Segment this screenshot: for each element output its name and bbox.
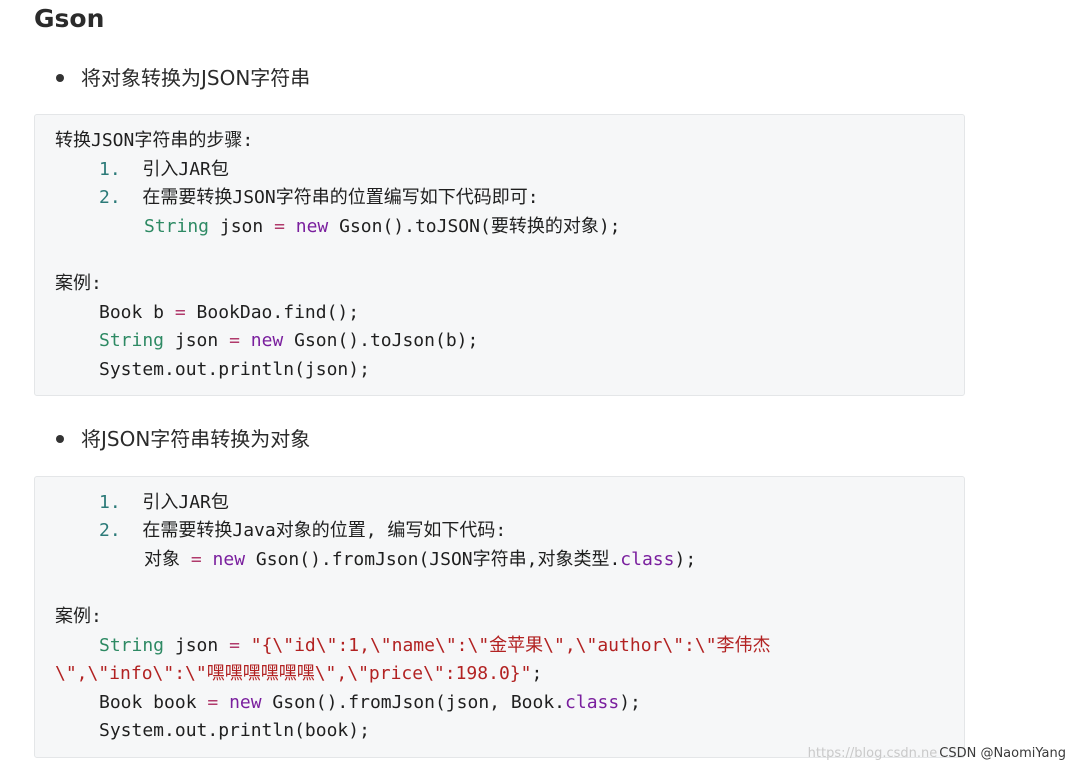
code-eq: =: [174, 302, 186, 323]
bullet-icon: [56, 434, 64, 443]
code-part: Gson().fromJson(json, Book.: [261, 692, 566, 713]
code-eq: =: [274, 216, 285, 237]
code-rest: Gson().toJSON(要转换的对象);: [328, 216, 621, 237]
code-var: json: [209, 216, 275, 237]
step-text: 引入JAR包: [142, 159, 229, 180]
code-string: "{\"id\":1,\"name\":\"金苹果\",\"author\":\…: [250, 635, 771, 656]
code-step-1: 1. 引入JAR包: [99, 489, 229, 517]
code-eq: =: [190, 549, 202, 570]
step-number: 2.: [99, 187, 121, 208]
code-new: new: [250, 330, 284, 351]
code-snippet: String json = new Gson().toJSON(要转换的对象);: [144, 213, 621, 241]
case-line-2: String json = new Gson().toJson(b);: [99, 327, 478, 355]
bullet-icon: [56, 73, 64, 82]
code-type: String: [99, 330, 165, 351]
code-part: );: [619, 692, 641, 713]
code-var: json: [164, 635, 230, 656]
code-type: String: [144, 216, 210, 237]
case-line-3: System.out.println(book);: [99, 720, 370, 741]
step-text: 在需要转换JSON字符串的位置编写如下代码即可:: [142, 187, 539, 208]
step-number: 1.: [99, 492, 121, 513]
code-new: new: [212, 549, 246, 570]
section2-heading: 将JSON字符串转换为对象: [56, 423, 310, 452]
code-part: Book b: [99, 302, 175, 323]
step-text: 在需要转换Java对象的位置, 编写如下代码:: [142, 520, 507, 541]
code-part: ;: [531, 663, 543, 684]
code-step-1: 1. 引入JAR包: [99, 156, 229, 184]
step-text: 引入JAR包: [142, 492, 229, 513]
case-line-1: String json = "{\"id\":1,\"name\":\"金苹果\…: [99, 632, 771, 660]
code-class: class: [620, 549, 675, 570]
case-line-3: System.out.println(json);: [99, 359, 370, 380]
code-new: new: [229, 692, 262, 713]
watermark-url: https://blog.csdn.ne: [807, 746, 938, 761]
code-block-2: 1. 引入JAR包 2. 在需要转换Java对象的位置, 编写如下代码: 对象 …: [34, 476, 965, 758]
code-eq: =: [229, 330, 240, 351]
code-part: Book book: [99, 692, 208, 713]
code-new: new: [295, 216, 329, 237]
code-eq: =: [229, 635, 240, 656]
code-part: 对象: [144, 549, 191, 570]
case-label: 案例:: [55, 606, 102, 627]
code-string: \",\"info\":\"嘿嘿嘿嘿嘿嘿\",\"price\":198.0}": [55, 663, 532, 684]
page-title: Gson: [34, 4, 105, 33]
code-var: json: [164, 330, 230, 351]
code-class: class: [565, 692, 620, 713]
code-type: String: [99, 635, 165, 656]
code-part: );: [674, 549, 697, 570]
code-intro: 转换JSON字符串的步骤:: [55, 130, 254, 151]
case-line-1-cont: \",\"info\":\"嘿嘿嘿嘿嘿嘿\",\"price\":198.0}"…: [55, 660, 542, 688]
code-part: Gson().toJson(b);: [283, 330, 479, 351]
code-part: Gson().fromJson(JSON字符串,对象类型.: [245, 549, 621, 570]
case-label: 案例:: [55, 273, 102, 294]
section1-heading-text: 将对象转换为JSON字符串: [81, 66, 311, 90]
code-block-1: 转换JSON字符串的步骤: 1. 引入JAR包 2. 在需要转换JSON字符串的…: [34, 114, 965, 396]
watermark: https://blog.csdn.ne CSDN @NaomiYang: [808, 746, 1066, 761]
code-step-2: 2. 在需要转换JSON字符串的位置编写如下代码即可:: [99, 184, 539, 212]
watermark-text: CSDN @NaomiYang: [939, 746, 1066, 761]
step-number: 1.: [99, 159, 121, 180]
step-number: 2.: [99, 520, 121, 541]
code-step-2: 2. 在需要转换Java对象的位置, 编写如下代码:: [99, 517, 506, 545]
code-snippet: 对象 = new Gson().fromJson(JSON字符串,对象类型.cl…: [144, 546, 696, 574]
section2-heading-text: 将JSON字符串转换为对象: [81, 427, 311, 451]
code-part: BookDao.find();: [185, 302, 360, 323]
code-eq: =: [207, 692, 219, 713]
case-line-2: Book book = new Gson().fromJson(json, Bo…: [99, 689, 641, 717]
case-line-1: Book b = BookDao.find();: [99, 299, 359, 327]
section1-heading: 将对象转换为JSON字符串: [56, 62, 310, 91]
